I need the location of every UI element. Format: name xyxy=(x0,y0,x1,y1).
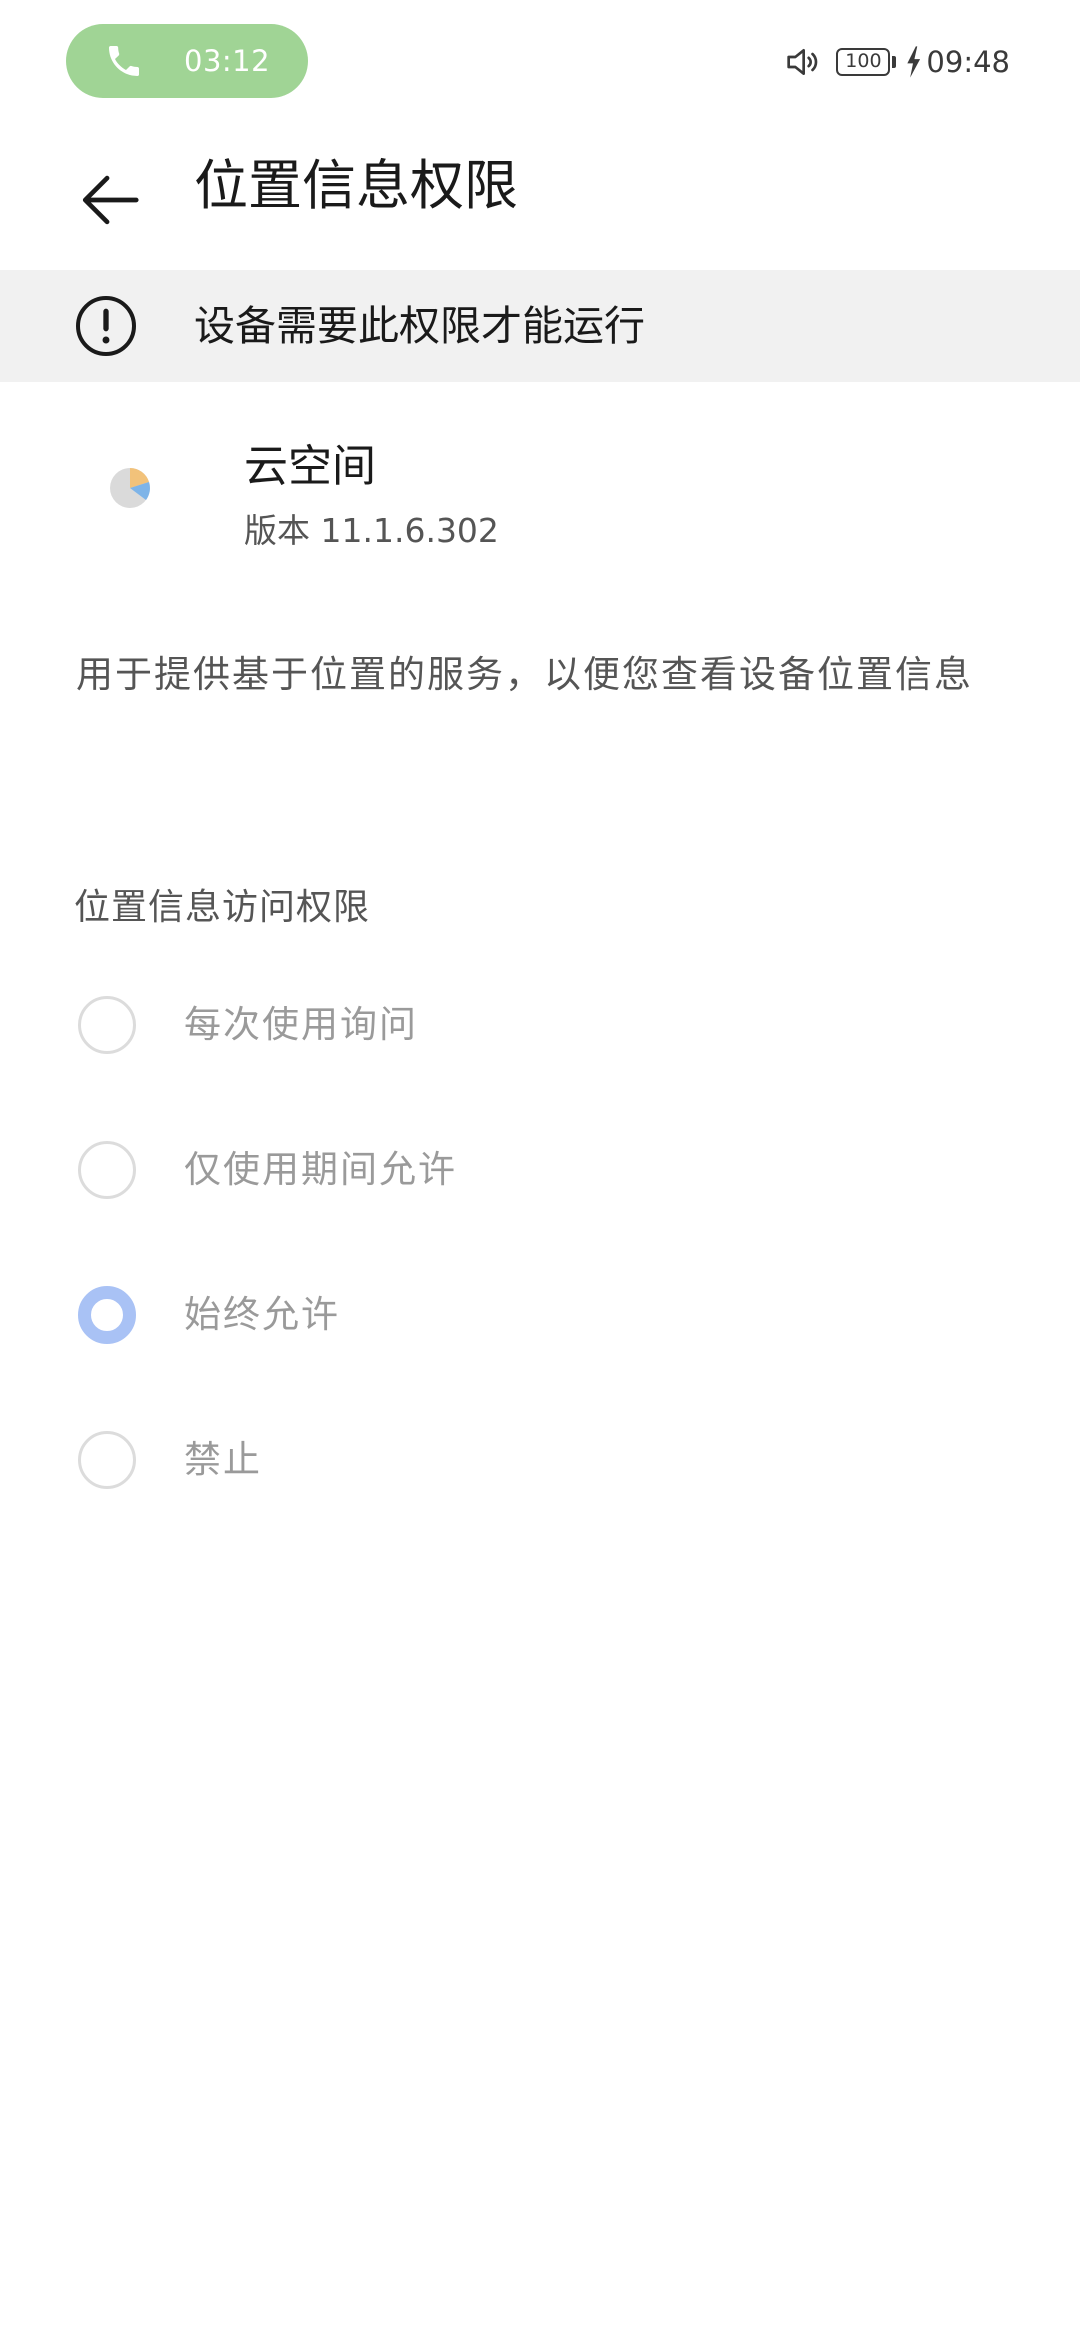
option-always-allow[interactable]: 始终允许 xyxy=(0,1242,1080,1387)
app-version: 版本 11.1.6.302 xyxy=(244,511,499,550)
access-section-header: 位置信息访问权限 xyxy=(74,887,371,928)
call-duration: 03:12 xyxy=(184,44,271,78)
permission-description: 用于提供基于位置的服务，以便您查看设备位置信息 xyxy=(76,653,973,696)
battery-icon: 100 xyxy=(836,48,897,76)
speaker-icon xyxy=(787,49,818,75)
option-label: 每次使用询问 xyxy=(184,1003,418,1046)
radio-button[interactable] xyxy=(78,996,136,1054)
title-bar: 位置信息权限 xyxy=(0,124,1080,272)
option-label: 仅使用期间允许 xyxy=(184,1148,457,1191)
exclamation-circle-icon xyxy=(76,296,136,356)
option-label: 始终允许 xyxy=(184,1293,340,1336)
radio-button[interactable] xyxy=(78,1431,136,1489)
back-arrow-icon xyxy=(82,175,139,225)
banner-text: 设备需要此权限才能运行 xyxy=(194,302,645,350)
battery-level: 100 xyxy=(845,50,882,72)
ongoing-call-pill[interactable]: 03:12 xyxy=(66,24,308,98)
permission-required-banner: 设备需要此权限才能运行 xyxy=(0,270,1080,382)
option-label: 禁止 xyxy=(184,1438,262,1481)
status-time: 09:48 xyxy=(926,45,1010,79)
radio-button-selected[interactable] xyxy=(78,1286,136,1344)
status-icons: 100 09:48 xyxy=(782,38,1010,86)
charging-bolt-icon xyxy=(907,46,921,78)
option-ask-every-time[interactable]: 每次使用询问 xyxy=(0,952,1080,1097)
back-button[interactable] xyxy=(60,150,160,250)
phone-icon xyxy=(109,46,139,76)
access-options: 每次使用询问 仅使用期间允许 始终允许 禁止 xyxy=(0,952,1080,1532)
app-info: 云空间 版本 11.1.6.302 xyxy=(0,400,1080,580)
option-allow-while-in-use[interactable]: 仅使用期间允许 xyxy=(0,1097,1080,1242)
option-deny[interactable]: 禁止 xyxy=(0,1387,1080,1532)
status-bar: 03:12 100 09:48 xyxy=(0,0,1080,124)
cloud-space-app-icon xyxy=(110,468,150,508)
radio-button[interactable] xyxy=(78,1141,136,1199)
app-name: 云空间 xyxy=(244,441,376,492)
page-title: 位置信息权限 xyxy=(194,154,518,217)
